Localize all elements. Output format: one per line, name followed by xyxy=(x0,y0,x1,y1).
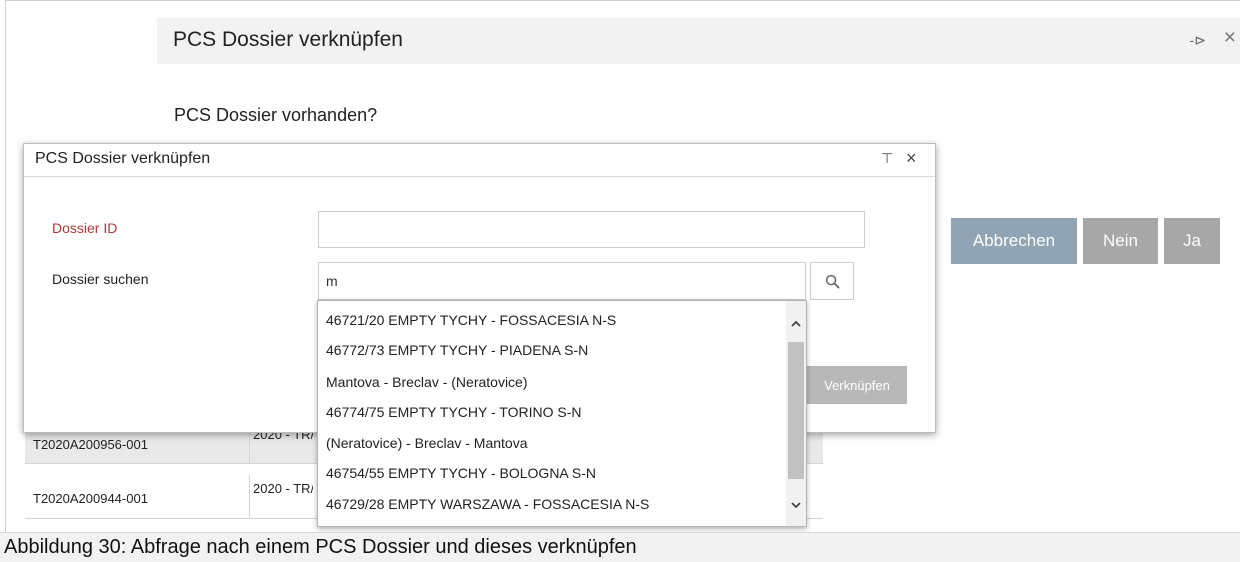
link-button[interactable]: Verknüpfen xyxy=(807,366,907,404)
suggestion-item[interactable]: 46729/28 EMPTY WARSZAWA - FOSSACESIA N-S xyxy=(326,496,649,512)
dialog-question: PCS Dossier vorhanden? xyxy=(174,105,378,125)
inner-dialog-title: PCS Dossier verknüpfen xyxy=(35,150,211,167)
pin-icon[interactable]: ⊤ xyxy=(881,150,893,167)
figure-caption: Abbildung 30: Abfrage nach einem PCS Dos… xyxy=(4,536,637,558)
row-dossier-id: T2020A200944-001 xyxy=(33,491,148,506)
row-reference: 2020 - TR/2181 xyxy=(253,481,313,496)
chevron-down-icon[interactable] xyxy=(790,499,802,511)
outer-dialog-title: PCS Dossier verknüpfen xyxy=(173,28,403,51)
dossier-search-label: Dossier suchen xyxy=(52,271,149,287)
column-divider xyxy=(249,475,250,518)
suggestion-item[interactable]: (Neratovice) - Breclav - Mantova xyxy=(326,435,528,451)
dropdown-scrollbar[interactable] xyxy=(786,301,806,526)
chevron-up-icon[interactable] xyxy=(790,318,802,330)
pin-icon[interactable]: -⊳ xyxy=(1190,32,1206,49)
yes-button[interactable]: Ja xyxy=(1164,218,1220,264)
suggestion-item[interactable]: 46754/55 EMPTY TYCHY - BOLOGNA S-N xyxy=(326,465,596,481)
frame-border-left xyxy=(5,0,6,532)
dossier-search-input[interactable] xyxy=(318,262,806,300)
close-icon[interactable]: × xyxy=(906,148,917,169)
suggestion-item[interactable]: 46721/20 EMPTY TYCHY - FOSSACESIA N-S xyxy=(326,312,616,328)
scrollbar-thumb[interactable] xyxy=(788,342,804,479)
inner-dialog-header: PCS Dossier verknüpfen ⊤ × xyxy=(24,144,935,177)
suggestion-item[interactable]: 46772/73 EMPTY TYCHY - PIADENA S-N xyxy=(326,342,588,358)
dossier-id-input[interactable] xyxy=(318,211,865,248)
row-dossier-id: T2020A200956-001 xyxy=(33,437,148,452)
suggestion-item[interactable]: Mantova - Breclav - (Neratovice) xyxy=(326,374,528,390)
frame-border-top xyxy=(5,0,1240,1)
no-button[interactable]: Nein xyxy=(1083,218,1158,264)
close-icon[interactable]: × xyxy=(1224,27,1236,48)
caption-bar: Abbildung 30: Abfrage nach einem PCS Dos… xyxy=(0,532,1240,562)
outer-dialog-header: PCS Dossier verknüpfen -⊳ × xyxy=(157,18,1240,64)
cancel-button[interactable]: Abbrechen xyxy=(951,218,1077,264)
search-button[interactable] xyxy=(810,262,854,300)
search-suggestions-dropdown[interactable]: 46721/20 EMPTY TYCHY - FOSSACESIA N-S 46… xyxy=(317,300,807,527)
dossier-id-label: Dossier ID xyxy=(52,220,118,236)
suggestion-item[interactable]: 46774/75 EMPTY TYCHY - TORINO S-N xyxy=(326,404,581,420)
search-icon xyxy=(825,274,839,288)
